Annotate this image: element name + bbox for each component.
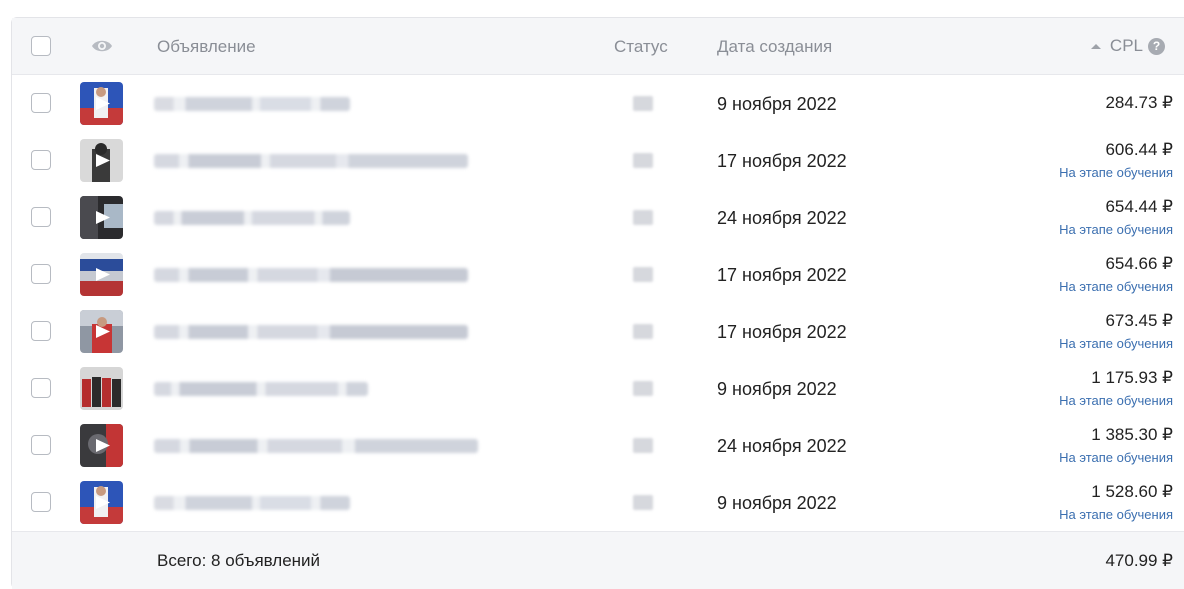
row-checkbox[interactable]	[31, 492, 51, 512]
ad-name-redacted[interactable]	[154, 496, 350, 510]
table-row: 24 ноября 2022 1 385.30 ₽ На этапе обуче…	[12, 417, 1184, 474]
cpl-value: 1 175.93 ₽	[1091, 368, 1173, 387]
ad-thumbnail[interactable]	[80, 82, 123, 125]
table-row: 9 ноября 2022 1 528.60 ₽ На этапе обучен…	[12, 474, 1184, 531]
created-date: 9 ноября 2022	[717, 493, 837, 513]
ad-name-redacted[interactable]	[154, 211, 350, 225]
sort-ascending-icon	[1090, 43, 1101, 49]
ad-thumbnail[interactable]	[80, 253, 123, 296]
cpl-value: 1 385.30 ₽	[1091, 425, 1173, 444]
ad-thumbnail[interactable]	[80, 481, 123, 524]
column-status[interactable]: Статус	[614, 37, 668, 57]
row-checkbox[interactable]	[31, 264, 51, 284]
status-icon	[633, 381, 653, 396]
table-row: 17 ноября 2022 673.45 ₽ На этапе обучени…	[12, 303, 1184, 360]
column-ad[interactable]: Объявление	[157, 37, 256, 57]
ad-thumbnail[interactable]	[80, 139, 123, 182]
ad-name-redacted[interactable]	[154, 154, 468, 168]
status-icon	[633, 210, 653, 225]
ad-name-redacted[interactable]	[154, 268, 468, 282]
row-checkbox[interactable]	[31, 321, 51, 341]
cpl-value: 606.44 ₽	[1105, 140, 1173, 159]
ad-thumbnail[interactable]	[80, 367, 123, 410]
learning-status-link[interactable]: На этапе обучения	[1059, 450, 1173, 465]
cpl-value: 284.73 ₽	[1105, 93, 1173, 112]
table-header: Объявление Статус Дата создания CPL ?	[12, 18, 1184, 75]
total-count: Всего: 8 объявлений	[157, 551, 321, 570]
ad-name-redacted[interactable]	[154, 97, 350, 111]
ads-table: Объявление Статус Дата создания CPL ? 9 …	[11, 17, 1184, 589]
ad-thumbnail[interactable]	[80, 424, 123, 467]
ad-name-redacted[interactable]	[154, 382, 368, 396]
learning-status-link[interactable]: На этапе обучения	[1059, 336, 1173, 351]
cpl-header-label: CPL	[1109, 36, 1143, 55]
created-date: 17 ноября 2022	[717, 151, 847, 171]
cpl-value: 1 528.60 ₽	[1091, 482, 1173, 501]
created-date: 17 ноября 2022	[717, 322, 847, 342]
created-date: 24 ноября 2022	[717, 208, 847, 228]
table-row: 24 ноября 2022 654.44 ₽ На этапе обучени…	[12, 189, 1184, 246]
row-checkbox[interactable]	[31, 378, 51, 398]
table-row: 17 ноября 2022 654.66 ₽ На этапе обучени…	[12, 246, 1184, 303]
created-date: 9 ноября 2022	[717, 94, 837, 114]
column-cpl[interactable]: CPL ?	[1090, 36, 1165, 56]
row-checkbox[interactable]	[31, 435, 51, 455]
cpl-value: 654.66 ₽	[1105, 254, 1173, 273]
select-all-checkbox[interactable]	[31, 36, 51, 56]
created-date: 9 ноября 2022	[717, 379, 837, 399]
column-date[interactable]: Дата создания	[717, 37, 832, 57]
status-icon	[633, 153, 653, 168]
learning-status-link[interactable]: На этапе обучения	[1059, 165, 1173, 180]
eye-icon[interactable]	[91, 37, 113, 55]
created-date: 24 ноября 2022	[717, 436, 847, 456]
learning-status-link[interactable]: На этапе обучения	[1059, 279, 1173, 294]
created-date: 17 ноября 2022	[717, 265, 847, 285]
table-row: 9 ноября 2022 1 175.93 ₽ На этапе обучен…	[12, 360, 1184, 417]
status-icon	[633, 96, 653, 111]
status-icon	[633, 438, 653, 453]
total-cpl: 470.99 ₽	[1105, 551, 1173, 570]
table-row: 17 ноября 2022 606.44 ₽ На этапе обучени…	[12, 132, 1184, 189]
ad-name-redacted[interactable]	[154, 325, 468, 339]
table-footer: Всего: 8 объявлений 470.99 ₽	[12, 531, 1184, 589]
cpl-value: 654.44 ₽	[1105, 197, 1173, 216]
learning-status-link[interactable]: На этапе обучения	[1059, 222, 1173, 237]
status-icon	[633, 267, 653, 282]
ad-name-redacted[interactable]	[154, 439, 478, 453]
table-row: 9 ноября 2022 284.73 ₽	[12, 75, 1184, 132]
ad-thumbnail[interactable]	[80, 310, 123, 353]
row-checkbox[interactable]	[31, 150, 51, 170]
cpl-value: 673.45 ₽	[1105, 311, 1173, 330]
help-icon[interactable]: ?	[1148, 37, 1165, 55]
status-icon	[633, 324, 653, 339]
learning-status-link[interactable]: На этапе обучения	[1059, 507, 1173, 522]
row-checkbox[interactable]	[31, 207, 51, 227]
ad-thumbnail[interactable]	[80, 196, 123, 239]
status-icon	[633, 495, 653, 510]
row-checkbox[interactable]	[31, 93, 51, 113]
learning-status-link[interactable]: На этапе обучения	[1059, 393, 1173, 408]
